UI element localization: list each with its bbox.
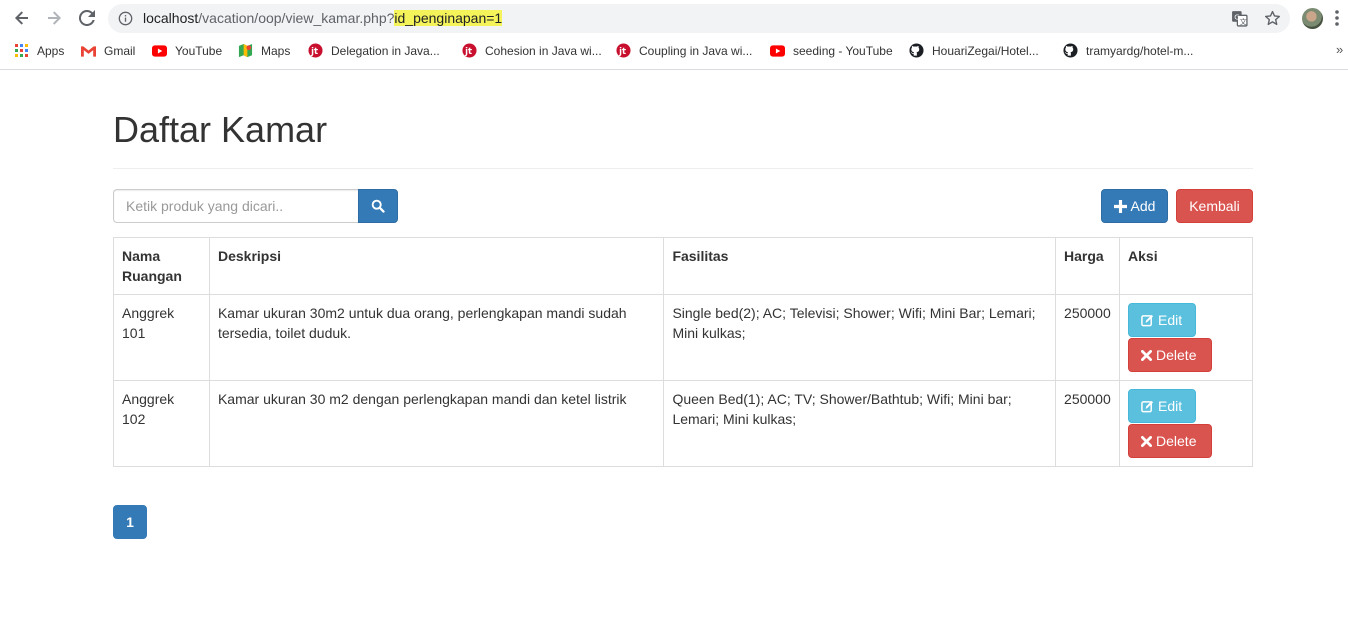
info-icon[interactable] [118, 11, 133, 26]
bookmarks-overflow-button[interactable]: » [1336, 42, 1343, 57]
delete-button[interactable]: Delete [1128, 424, 1213, 458]
javatpoint-icon: jt [462, 43, 477, 58]
github-icon [909, 43, 924, 58]
bookmark-label: Apps [37, 43, 65, 58]
bookmark-label: Maps [261, 43, 291, 58]
cell-aksi: Edit Delete [1119, 380, 1253, 467]
bookmark-label: Delegation in Java... [331, 43, 440, 58]
bookmark-coupling[interactable]: jt Coupling in Java wi... [616, 43, 752, 58]
cell-harga: 250000 [1055, 294, 1121, 381]
table-row: Anggrek 102 Kamar ukuran 30 m2 dengan pe… [113, 380, 1253, 467]
url-host: localhost [143, 10, 199, 26]
bookmark-label: Coupling in Java wi... [639, 43, 753, 58]
bookmark-maps[interactable]: Maps [238, 43, 290, 58]
delete-button-label: Delete [1156, 433, 1197, 449]
cell-deskripsi: Kamar ukuran 30 m2 dengan perlengkapan m… [208, 380, 665, 467]
title-divider [113, 168, 1253, 169]
page-title: Daftar Kamar [113, 109, 328, 150]
javatpoint-icon: jt [616, 43, 631, 58]
edit-button[interactable]: Edit [1128, 389, 1197, 423]
search-button[interactable] [358, 189, 398, 223]
cell-fasilitas: Single bed(2); AC; Televisi; Shower; Wif… [663, 294, 1057, 381]
bookmark-label: tramyardg/hotel-m... [1086, 43, 1194, 58]
url-text[interactable]: localhost/vacation/oop/view_kamar.php?id… [143, 10, 503, 26]
edit-button-label: Edit [1158, 312, 1183, 328]
edit-button[interactable]: Edit [1128, 303, 1197, 337]
add-button[interactable]: Add [1101, 189, 1168, 223]
table-header-row: Nama Ruangan Deskripsi Fasilitas Harga A… [113, 237, 1253, 295]
back-button[interactable] [11, 7, 33, 29]
bookmark-label: seeding - YouTube [793, 43, 893, 58]
youtube-icon [152, 43, 167, 58]
maps-icon [238, 43, 253, 58]
javatpoint-icon: jt [308, 43, 323, 58]
bookmark-youtube[interactable]: YouTube [152, 43, 222, 58]
table-row: Anggrek 101 Kamar ukuran 30m2 untuk dua … [113, 294, 1253, 381]
edit-icon [1141, 314, 1154, 327]
edit-button-label: Edit [1158, 398, 1183, 414]
gmail-icon [81, 43, 96, 58]
cell-deskripsi: Kamar ukuran 30m2 untuk dua orang, perle… [208, 294, 665, 381]
plus-icon [1113, 199, 1127, 213]
bookmark-label: Cohesion in Java wi... [485, 43, 602, 58]
svg-text:jt: jt [618, 46, 626, 56]
edit-icon [1141, 400, 1154, 413]
header-aksi: Aksi [1119, 237, 1253, 295]
cell-aksi: Edit Delete [1119, 294, 1253, 381]
cell-fasilitas: Queen Bed(1); AC; TV; Shower/Bathtub; Wi… [663, 380, 1057, 467]
arrow-left-icon [15, 11, 28, 25]
address-bar[interactable]: localhost/vacation/oop/view_kamar.php?id… [108, 4, 1290, 33]
bookmark-delegation[interactable]: jt Delegation in Java... [308, 43, 440, 58]
kembali-button-label: Kembali [1189, 198, 1240, 214]
bookmark-cohesion[interactable]: jt Cohesion in Java wi... [462, 43, 602, 58]
cell-nama: Anggrek 102 [113, 380, 210, 467]
browser-toolbar: localhost/vacation/oop/view_kamar.php?id… [0, 0, 1348, 36]
star-bookmark-icon[interactable] [1264, 10, 1281, 27]
delete-button-label: Delete [1156, 347, 1197, 363]
header-fasilitas: Fasilitas [663, 237, 1057, 295]
youtube-icon [770, 43, 785, 58]
translate-icon[interactable]: G 文 [1231, 10, 1248, 27]
bookmark-gmail[interactable]: Gmail [81, 43, 135, 58]
header-nama-ruangan: Nama Ruangan [113, 237, 210, 295]
pagination-page-1[interactable]: 1 [113, 505, 147, 539]
bookmark-apps[interactable]: Apps [14, 43, 64, 58]
cell-nama: Anggrek 101 [113, 294, 210, 381]
github-icon [1063, 43, 1078, 58]
forward-button[interactable] [43, 7, 65, 29]
bookmark-label: HouariZegai/Hotel... [932, 43, 1039, 58]
close-icon [1141, 349, 1153, 361]
close-icon [1141, 435, 1153, 447]
browser-chrome: localhost/vacation/oop/view_kamar.php?id… [0, 0, 1348, 70]
apps-grid-icon [14, 43, 29, 58]
back-kembali-button[interactable]: Kembali [1176, 189, 1253, 223]
search-group [113, 189, 398, 223]
reload-button[interactable] [76, 7, 98, 29]
bookmarks-bar: Apps Gmail YouTube Maps jt Delegation in… [0, 38, 1348, 64]
profile-avatar[interactable] [1302, 8, 1323, 29]
more-vert-icon[interactable] [1334, 9, 1340, 27]
rooms-table: Nama Ruangan Deskripsi Fasilitas Harga A… [113, 237, 1253, 467]
svg-text:jt: jt [310, 46, 318, 56]
delete-button[interactable]: Delete [1128, 338, 1213, 372]
arrow-right-icon [48, 11, 61, 25]
svg-text:jt: jt [464, 46, 472, 56]
search-icon [371, 199, 385, 213]
search-input[interactable] [113, 189, 358, 223]
header-deskripsi: Deskripsi [208, 237, 665, 295]
cell-harga: 250000 [1055, 380, 1121, 467]
bookmark-houarizegai[interactable]: HouariZegai/Hotel... [909, 43, 1039, 58]
bookmark-seeding-youtube[interactable]: seeding - YouTube [770, 43, 893, 58]
svg-text:文: 文 [1240, 16, 1248, 26]
add-button-label: Add [1130, 198, 1156, 214]
bookmark-label: YouTube [175, 43, 223, 58]
bookmark-tramyardg[interactable]: tramyardg/hotel-m... [1063, 43, 1193, 58]
url-path: /vacation/oop/view_kamar.php? [198, 10, 395, 26]
url-query-highlighted: id_penginapan=1 [394, 10, 503, 26]
header-harga: Harga [1055, 237, 1121, 295]
reload-icon [79, 10, 95, 26]
bookmark-label: Gmail [104, 43, 136, 58]
page-content: Daftar Kamar Add Kembali Nama Ruangan De… [0, 70, 1348, 626]
